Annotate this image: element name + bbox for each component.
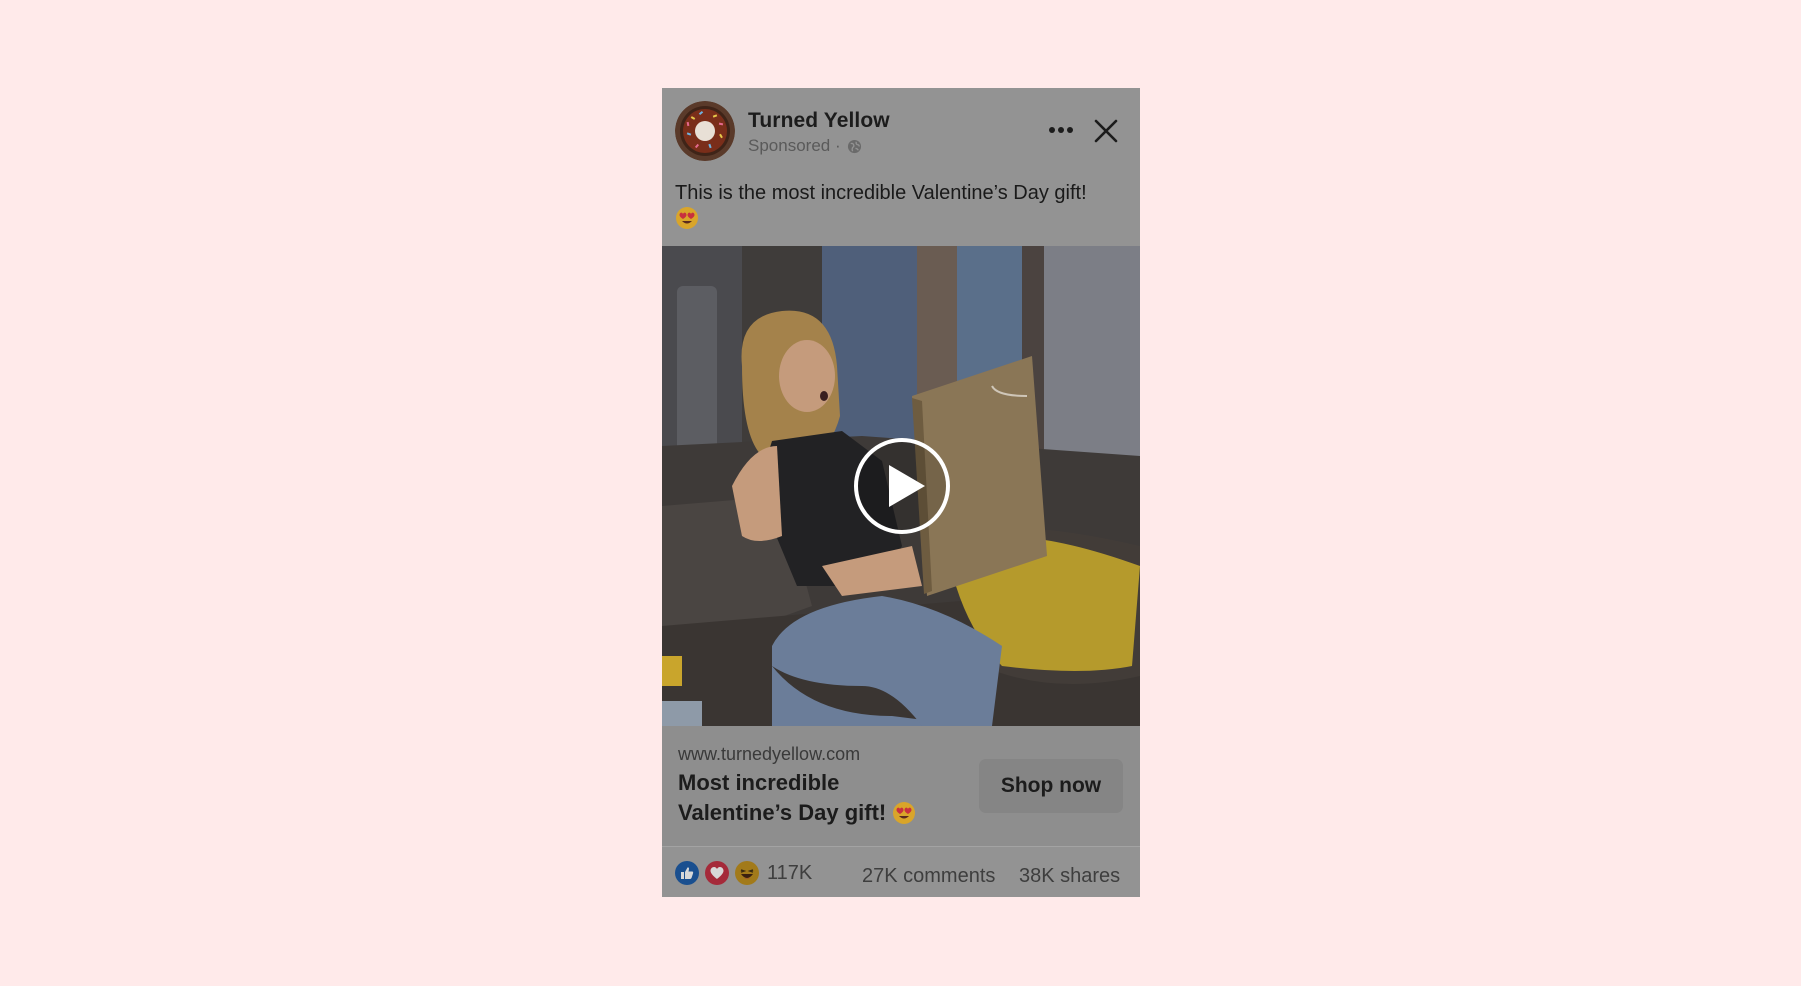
globe-icon xyxy=(847,139,861,153)
donut-logo-icon[interactable] xyxy=(675,101,735,161)
reactions-summary[interactable]: 117K xyxy=(675,861,812,885)
link-headline[interactable]: Most incredible Valentine’s Day gift! xyxy=(678,768,948,828)
heart-eyes-emoji-icon xyxy=(676,207,698,229)
post-meta: Sponsored · xyxy=(748,136,862,156)
heart-eyes-emoji-icon xyxy=(893,802,916,824)
love-icon xyxy=(705,861,729,885)
shop-now-button[interactable]: Shop now xyxy=(979,759,1123,813)
close-button[interactable] xyxy=(1090,115,1122,147)
like-icon xyxy=(675,861,699,885)
link-domain: www.turnedyellow.com xyxy=(678,744,861,764)
sponsored-post-card: Turned Yellow Sponsored · This is the mo… xyxy=(662,88,1140,897)
play-icon[interactable] xyxy=(853,437,951,535)
caption-text: This is the most incredible Valentine’s … xyxy=(675,182,1087,204)
shares-count-link[interactable]: 38K shares xyxy=(1019,865,1120,888)
close-icon xyxy=(1094,119,1118,143)
comments-count-link[interactable]: 27K comments xyxy=(862,865,995,888)
link-preview[interactable]: www.turnedyellow.com Most incredible Val… xyxy=(662,726,1140,846)
haha-icon xyxy=(735,861,759,885)
video-thumbnail[interactable] xyxy=(662,246,1140,726)
page-name-link[interactable]: Turned Yellow xyxy=(748,109,890,133)
more-dots-icon xyxy=(1049,127,1073,133)
post-header: Turned Yellow Sponsored · xyxy=(662,88,1140,168)
engagement-stats: 117K 27K comments 38K shares xyxy=(662,847,1140,897)
reaction-count: 117K xyxy=(767,861,813,884)
post-caption: This is the most incredible Valentine’s … xyxy=(675,180,1130,232)
link-headline-text: Most incredible Valentine’s Day gift! xyxy=(678,770,887,825)
sponsored-label[interactable]: Sponsored · xyxy=(748,136,841,156)
more-options-button[interactable] xyxy=(1043,115,1079,145)
